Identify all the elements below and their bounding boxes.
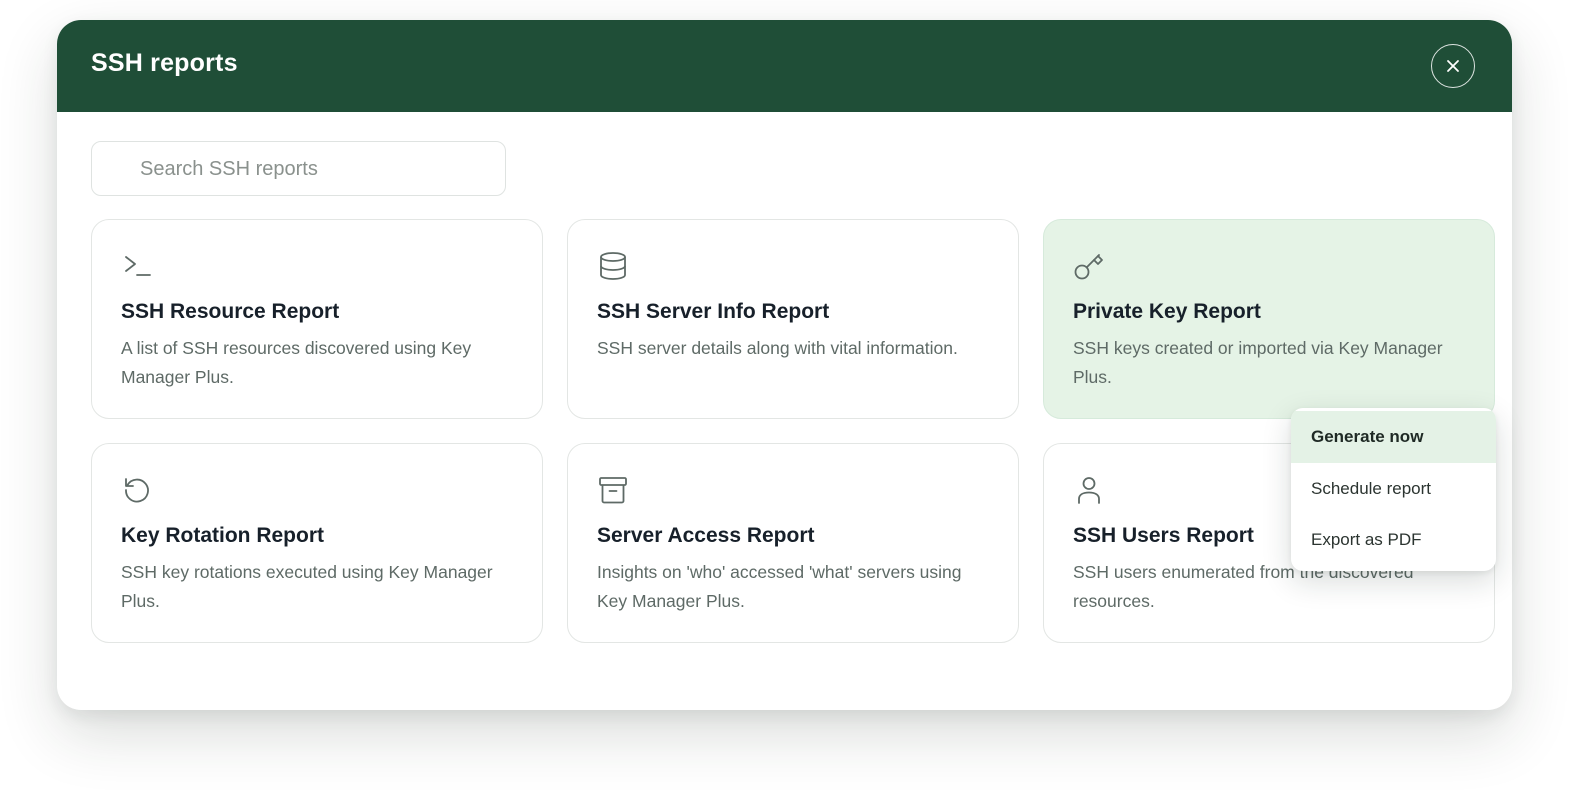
card-title: Server Access Report — [597, 524, 815, 547]
report-card-ssh-resource[interactable]: SSH Resource Report A list of SSH resour… — [91, 219, 543, 419]
menu-item-generate-now[interactable]: Generate now — [1291, 411, 1496, 463]
key-icon — [1074, 254, 1103, 280]
search-input[interactable] — [138, 142, 492, 196]
modal-title: SSH reports — [91, 49, 238, 77]
card-title: Key Rotation Report — [121, 524, 325, 547]
search-box[interactable] — [91, 141, 506, 196]
ssh-reports-modal: SSH reports SSH Resource Report A list o… — [57, 20, 1512, 710]
archive-icon — [599, 477, 627, 504]
card-description: SSH keys created or imported via Key Man… — [1073, 338, 1443, 387]
database-icon — [600, 252, 626, 280]
user-icon — [1078, 477, 1100, 504]
report-actions-menu: Generate now Schedule report Export as P… — [1291, 408, 1496, 571]
card-title: SSH Users Report — [1073, 524, 1254, 547]
close-icon — [1447, 60, 1459, 72]
card-title: SSH Server Info Report — [597, 300, 830, 323]
report-card-private-key[interactable]: Private Key Report SSH keys created or i… — [1043, 219, 1495, 419]
report-card-key-rotation[interactable]: Key Rotation Report SSH key rotations ex… — [91, 443, 543, 643]
report-card-ssh-server-info[interactable]: SSH Server Info Report SSH server detail… — [567, 219, 1019, 419]
card-description: SSH server details along with vital info… — [597, 338, 958, 358]
terminal-icon — [125, 256, 151, 276]
card-title: Private Key Report — [1073, 300, 1261, 323]
report-card-server-access[interactable]: Server Access Report Insights on 'who' a… — [567, 443, 1019, 643]
card-description: Insights on 'who' accessed 'what' server… — [597, 562, 962, 611]
rotate-icon — [125, 478, 149, 503]
card-title: SSH Resource Report — [121, 300, 340, 323]
card-description: A list of SSH resources discovered using… — [121, 338, 472, 387]
menu-item-schedule-report[interactable]: Schedule report — [1291, 463, 1496, 515]
modal-header: SSH reports — [57, 20, 1512, 112]
close-button[interactable] — [1431, 44, 1475, 88]
menu-item-export-pdf[interactable]: Export as PDF — [1291, 514, 1496, 566]
card-description: SSH key rotations executed using Key Man… — [121, 562, 493, 611]
